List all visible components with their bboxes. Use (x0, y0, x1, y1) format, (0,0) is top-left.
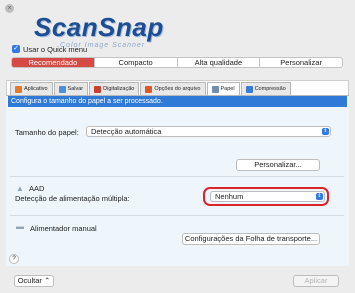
tab-salvar[interactable]: Salvar (53, 82, 89, 95)
hide-label: Ocultar (17, 276, 42, 285)
app-icon (15, 85, 22, 93)
multifeed-label: Detecção de alimentação múltipla: (15, 194, 130, 203)
aad-icon: ▲ (16, 184, 24, 193)
customize-paper-button[interactable]: Personalizar... (236, 159, 320, 171)
folder-icon (58, 85, 66, 93)
file-icon (145, 85, 153, 93)
help-button[interactable]: ? (9, 254, 19, 264)
quick-menu-checkbox[interactable]: ✓ (12, 45, 20, 53)
tab-aplicativo[interactable]: Aplicativo (10, 82, 53, 95)
tab-label: Aplicativo (24, 86, 48, 92)
profile-compacto[interactable]: Compacto (93, 58, 177, 67)
manual-feeder-label: Alimentador manual (30, 224, 97, 233)
chevron-up-icon: ⌃ (43, 276, 51, 285)
carrier-sheet-settings-button[interactable]: Configurações da Folha de transporte... (182, 233, 320, 245)
apply-button[interactable]: Aplicar (293, 275, 339, 287)
hide-button[interactable]: Ocultar ⌃ (14, 275, 54, 287)
tab-opcoes-arquivo[interactable]: Opções do arquivo (140, 82, 206, 95)
tab-papel[interactable]: Papel (206, 82, 240, 95)
logo-title: ScanSnap (34, 12, 164, 42)
paper-size-value: Detecção automática (91, 127, 162, 136)
aad-label: AAD (29, 184, 45, 193)
tab-label: Papel (220, 86, 235, 92)
compression-icon (245, 85, 253, 93)
tab-digitalizacao[interactable]: Digitalização (89, 82, 140, 95)
quick-menu-label: Usar o Quick menu (23, 44, 88, 54)
multifeed-select[interactable]: Nenhum ⇕ (210, 191, 325, 202)
tab-label: Salvar (67, 86, 84, 92)
chevron-updown-icon: ⇕ (322, 128, 329, 135)
tab-label: Digitalização (103, 86, 135, 92)
paper-size-select[interactable]: Detecção automática ⇕ (86, 126, 331, 137)
tab-label: Opções do arquivo (154, 86, 201, 92)
scan-icon (94, 85, 102, 93)
tab-label: Compressão (254, 86, 286, 92)
quick-menu-row[interactable]: ✓ Usar o Quick menu (12, 44, 87, 54)
chevron-updown-icon: ⇕ (316, 193, 323, 200)
divider (10, 176, 344, 177)
scansnap-logo: ScanSnap Color Image Scanner (34, 12, 194, 49)
profile-selector[interactable]: Recomendado Compacto Alta qualidade Pers… (11, 57, 343, 68)
settings-tabs: Aplicativo Salvar Digitalização Opções d… (10, 82, 291, 95)
paper-icon (211, 85, 219, 93)
manual-feeder-icon: ▬ (16, 222, 24, 231)
close-window-button[interactable]: × (5, 4, 14, 13)
profile-alta-qualidade[interactable]: Alta qualidade (176, 58, 260, 67)
divider (10, 215, 344, 216)
profile-recomendado[interactable]: Recomendado (12, 58, 94, 67)
profile-personalizar[interactable]: Personalizar (259, 58, 342, 67)
multifeed-value: Nenhum (215, 192, 244, 201)
paper-size-label: Tamanho do papel: (15, 128, 79, 137)
paper-header: Configura o tamanho do papel a ser proce… (8, 96, 347, 107)
tab-compressao[interactable]: Compressão (240, 82, 291, 95)
